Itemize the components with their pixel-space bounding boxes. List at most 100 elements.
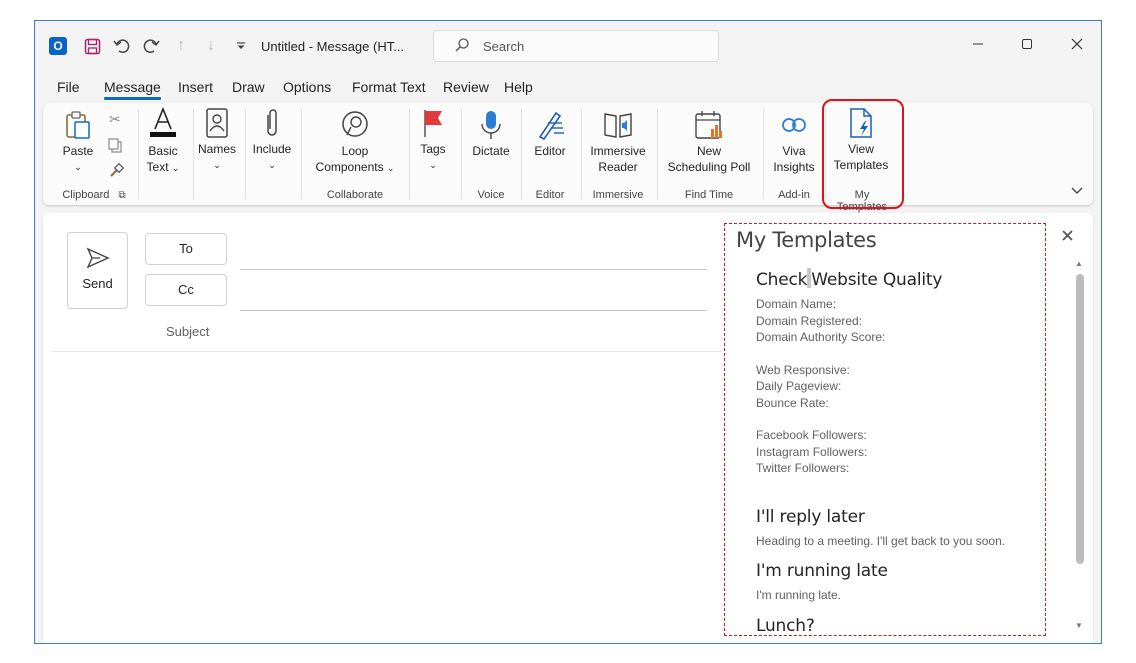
cc-button[interactable]: Cc xyxy=(145,274,227,306)
pane-scrollbar[interactable]: ▲ ▼ xyxy=(1073,259,1087,636)
ribbon: Paste ⌄ ✂ Clipboard ⧉ Basic Text ⌄ Names… xyxy=(43,103,1093,213)
tab-format-text[interactable]: Format Text xyxy=(352,79,426,95)
viva-label-2: Insights xyxy=(773,160,815,174)
copy-icon[interactable] xyxy=(107,137,123,156)
chevron-down-icon: ⌄ xyxy=(213,160,221,170)
template-line: Domain Authority Score: xyxy=(756,330,886,344)
poll-label-2: Scheduling Poll xyxy=(667,160,751,174)
dialog-launcher-icon[interactable]: ⧉ xyxy=(119,190,126,201)
attach-icon xyxy=(267,109,277,136)
group-label-add-in: Add-in xyxy=(778,189,810,201)
subject-divider xyxy=(51,351,721,352)
save-icon[interactable] xyxy=(82,36,102,56)
immersive-label-1: Immersive xyxy=(590,144,646,158)
template-item[interactable]: Check Website Quality Domain Name: Domain… xyxy=(756,268,1036,477)
viva-insights-icon xyxy=(782,118,806,132)
tab-draw[interactable]: Draw xyxy=(232,79,265,95)
template-line: Bounce Rate: xyxy=(756,395,829,410)
ribbon-expand-icon[interactable] xyxy=(1071,184,1083,198)
close-pane-button[interactable] xyxy=(1062,226,1073,246)
undo-icon[interactable] xyxy=(112,36,132,56)
poll-label-1: New xyxy=(696,144,721,158)
maximize-button[interactable] xyxy=(1016,35,1038,57)
group-label-find-time: Find Time xyxy=(684,189,734,201)
template-body: I'm running late. xyxy=(756,588,842,602)
customize-quick-access-icon[interactable] xyxy=(231,36,251,56)
template-item[interactable]: I'll reply later Heading to a meeting. I… xyxy=(756,507,1036,550)
pane-title: My Templates xyxy=(736,228,877,252)
chevron-down-icon: ⌄ xyxy=(268,160,276,170)
viva-insights-button[interactable]: Viva Insights xyxy=(769,109,819,175)
format-painter-icon[interactable] xyxy=(108,162,125,182)
tab-file[interactable]: File xyxy=(57,79,80,95)
editor-icon xyxy=(538,111,564,141)
scroll-up-icon[interactable]: ▲ xyxy=(1075,259,1083,268)
template-line: Domain Registered: xyxy=(756,313,863,328)
microphone-icon xyxy=(481,111,501,139)
include-button[interactable]: Include ⌄ xyxy=(250,107,294,173)
template-line: Domain Name: xyxy=(756,297,837,311)
scroll-thumb[interactable] xyxy=(1076,274,1084,564)
to-field[interactable] xyxy=(240,269,707,270)
include-label: Include xyxy=(252,142,292,156)
minimize-button[interactable] xyxy=(967,35,989,57)
chevron-down-icon: ⌄ xyxy=(74,162,82,172)
arrow-down-icon[interactable]: ↓ xyxy=(201,36,221,56)
template-title: I'm running late xyxy=(756,561,888,581)
tab-help[interactable]: Help xyxy=(504,79,533,95)
group-label-clipboard: Clipboard ⧉ xyxy=(62,189,126,201)
template-title: Lunch? xyxy=(756,615,815,636)
new-scheduling-poll-button[interactable]: New Scheduling Poll xyxy=(663,109,755,175)
group-label-immersive: Immersive xyxy=(592,189,644,201)
template-line: Instagram Followers: xyxy=(756,444,868,459)
tags-button[interactable]: Tags ⌄ xyxy=(415,107,451,173)
send-label: Send xyxy=(82,276,113,291)
flag-icon xyxy=(424,110,442,137)
address-book-icon xyxy=(206,108,228,138)
close-window-button[interactable] xyxy=(1066,35,1088,57)
subject-field[interactable]: Subject xyxy=(166,324,209,339)
font-color-icon xyxy=(150,106,176,137)
cut-icon[interactable]: ✂ xyxy=(109,111,121,128)
editor-button[interactable]: Editor xyxy=(527,109,573,159)
tab-options[interactable]: Options xyxy=(283,79,331,95)
scroll-down-icon[interactable]: ▼ xyxy=(1075,621,1083,630)
loop-components-button[interactable]: Loop Components ⌄ xyxy=(309,109,401,176)
ribbon-separator xyxy=(763,109,764,199)
names-label: Names xyxy=(197,142,236,156)
scheduling-poll-icon xyxy=(695,111,722,139)
chevron-down-icon: ⌄ xyxy=(171,163,180,173)
template-title: Check Website Quality xyxy=(756,268,943,290)
loop-label-1: Loop xyxy=(341,144,369,158)
tab-review[interactable]: Review xyxy=(443,79,489,95)
ribbon-separator xyxy=(461,109,462,199)
outlook-message-window: O ↑ ↓ Untitled - Message (HT... Search F… xyxy=(34,20,1102,644)
template-title: I'll reply later xyxy=(756,506,865,527)
basic-text-button[interactable]: Basic Text ⌄ xyxy=(143,105,183,176)
template-body: Heading to a meeting. I'll get back to y… xyxy=(756,533,1006,548)
paste-label: Paste xyxy=(62,144,94,158)
search-icon xyxy=(454,37,470,57)
tab-insert[interactable]: Insert xyxy=(178,79,213,95)
ribbon-separator xyxy=(301,109,302,199)
tab-message[interactable]: Message xyxy=(104,79,161,100)
arrow-up-icon[interactable]: ↑ xyxy=(171,36,191,56)
ribbon-separator xyxy=(521,109,522,199)
cc-field[interactable] xyxy=(240,310,707,311)
to-button[interactable]: To xyxy=(145,233,227,265)
dictate-button[interactable]: Dictate xyxy=(467,109,515,159)
title-bar: O ↑ ↓ Untitled - Message (HT... Search xyxy=(35,21,1101,73)
basic-text-label-1: Basic xyxy=(148,144,178,158)
template-item[interactable]: I'm running late I'm running late. xyxy=(756,561,1036,604)
ribbon-separator xyxy=(138,109,139,199)
redo-icon[interactable] xyxy=(141,36,161,56)
paste-button[interactable]: Paste ⌄ xyxy=(57,109,99,175)
immersive-reader-button[interactable]: Immersive Reader xyxy=(585,109,651,175)
search-input[interactable]: Search xyxy=(433,30,719,62)
names-button[interactable]: Names ⌄ xyxy=(197,107,237,173)
immersive-label-2: Reader xyxy=(598,160,638,174)
template-item[interactable]: Lunch? xyxy=(756,616,1036,636)
send-button[interactable]: Send xyxy=(67,232,128,309)
group-label-editor: Editor xyxy=(535,189,565,201)
ribbon-separator xyxy=(581,109,582,199)
